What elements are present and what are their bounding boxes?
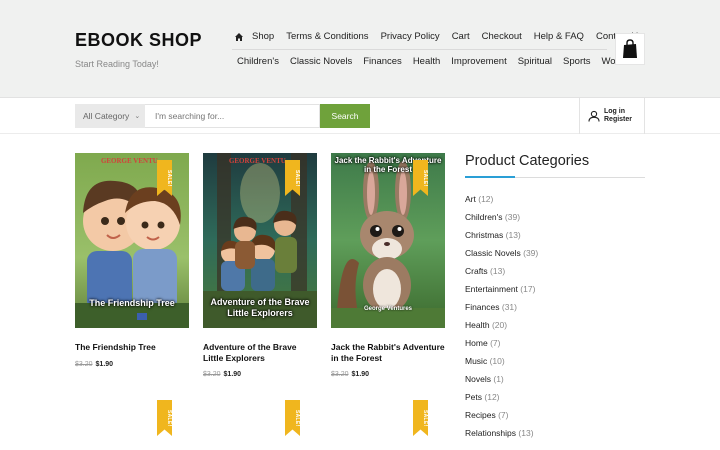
category-item[interactable]: Recipes (7) (465, 409, 645, 427)
cover-title: Adventure of the Brave Little Explorers (210, 297, 310, 318)
category-item[interactable]: Health (20) (465, 319, 645, 337)
menu-item-improvement[interactable]: Improvement (451, 56, 506, 67)
sale-price: $1.90 (351, 371, 370, 378)
menu-item-classic-novels[interactable]: Classic Novels (290, 56, 352, 67)
category-item[interactable]: Pets (12) (465, 391, 645, 409)
menu-item-spiritual[interactable]: Spiritual (518, 56, 552, 67)
category-item[interactable]: Children's (39) (465, 211, 645, 229)
category-item[interactable]: Finances (31) (465, 301, 645, 319)
menu-item-checkout[interactable]: Checkout (482, 31, 522, 42)
secondary-menu: Children's Classic Novels Finances Healt… (237, 56, 645, 67)
product-cover[interactable]: GEORGE VENTU... The Friendship Tree SALE… (75, 153, 189, 328)
cart-button[interactable] (615, 33, 645, 65)
old-price: $3.20 (203, 371, 221, 378)
widget-title: Product Categories (465, 153, 590, 169)
product-card[interactable]: GEORGE VENTU... Adventure of the Brave L… (203, 153, 317, 378)
cover-author: George Ventures (363, 306, 413, 312)
category-select[interactable]: All Category ⌄ (75, 104, 145, 128)
home-icon[interactable] (234, 32, 244, 42)
menu-item-terms[interactable]: Terms & Conditions (286, 31, 368, 42)
sale-badge: SALE! (285, 400, 300, 436)
login-register[interactable]: Log in Register (579, 98, 645, 134)
search-bar: All Category ⌄ Search Log in Register (0, 98, 720, 134)
old-price: $3.20 (331, 371, 349, 378)
product-title[interactable]: Jack the Rabbit's Adventure in the Fores… (331, 342, 445, 363)
menu-item-sports[interactable]: Sports (563, 56, 590, 67)
category-item[interactable]: Music (10) (465, 355, 645, 373)
category-list: Art (12) Children's (39) Christmas (13) … (465, 193, 645, 445)
sale-badge: SALE! (413, 400, 428, 436)
product-price: $3.20 $1.90 (331, 371, 445, 378)
category-item[interactable]: Crafts (13) (465, 265, 645, 283)
site-title[interactable]: EBOOK SHOP (75, 30, 202, 51)
shopping-bag-icon (623, 39, 637, 58)
menu-item-childrens[interactable]: Children's (237, 56, 279, 67)
user-icon (588, 110, 600, 122)
sale-price: $1.90 (223, 371, 242, 378)
cover-title: The Friendship Tree (89, 298, 175, 308)
menu-item-health[interactable]: Health (413, 56, 440, 67)
menu-item-shop[interactable]: Shop (252, 31, 274, 42)
category-item[interactable]: Relationships (13) (465, 427, 645, 445)
category-item[interactable]: Classic Novels (39) (465, 247, 645, 265)
login-link[interactable]: Log in (604, 108, 632, 116)
product-card[interactable]: GEORGE VENTU... The Friendship Tree SALE… (75, 153, 189, 368)
product-price: $3.20 $1.90 (203, 371, 317, 378)
site-tagline: Start Reading Today! (75, 59, 159, 69)
divider (465, 176, 645, 178)
category-item[interactable]: Home (7) (465, 337, 645, 355)
product-title[interactable]: Adventure of the Brave Little Explorers (203, 342, 317, 363)
category-item[interactable]: Entertainment (17) (465, 283, 645, 301)
product-price: $3.20 $1.90 (75, 361, 189, 368)
product-categories-widget: Product Categories Art (12) Children's (… (465, 153, 645, 445)
search-input[interactable] (145, 104, 320, 128)
product-cover[interactable]: GEORGE VENTU... Adventure of the Brave L… (203, 153, 317, 328)
register-link[interactable]: Register (604, 116, 632, 124)
old-price: $3.20 (75, 360, 93, 368)
brand: EBOOK SHOP Start Reading Today! (75, 30, 202, 69)
menu-item-finances[interactable]: Finances (363, 56, 402, 67)
product-card[interactable]: Jack the Rabbit's Adventure in the Fores… (331, 153, 445, 378)
site-header: EBOOK SHOP Start Reading Today! Shop Ter… (0, 0, 720, 98)
category-item[interactable]: Christmas (13) (465, 229, 645, 247)
menu-divider (232, 49, 607, 50)
product-cover[interactable]: Jack the Rabbit's Adventure in the Fores… (331, 153, 445, 328)
primary-menu: Shop Terms & Conditions Privacy Policy C… (232, 31, 655, 42)
product-title[interactable]: The Friendship Tree (75, 342, 189, 353)
menu-item-privacy[interactable]: Privacy Policy (381, 31, 440, 42)
chevron-down-icon: ⌄ (134, 113, 141, 120)
menu-item-help[interactable]: Help & FAQ (534, 31, 584, 42)
search-button[interactable]: Search (320, 104, 370, 128)
menu-item-cart[interactable]: Cart (452, 31, 470, 42)
category-item[interactable]: Novels (1) (465, 373, 645, 391)
sale-price: $1.90 (95, 360, 114, 368)
category-item[interactable]: Art (12) (465, 193, 645, 211)
category-select-value: All Category (83, 111, 130, 121)
sale-badge: SALE! (157, 400, 172, 436)
